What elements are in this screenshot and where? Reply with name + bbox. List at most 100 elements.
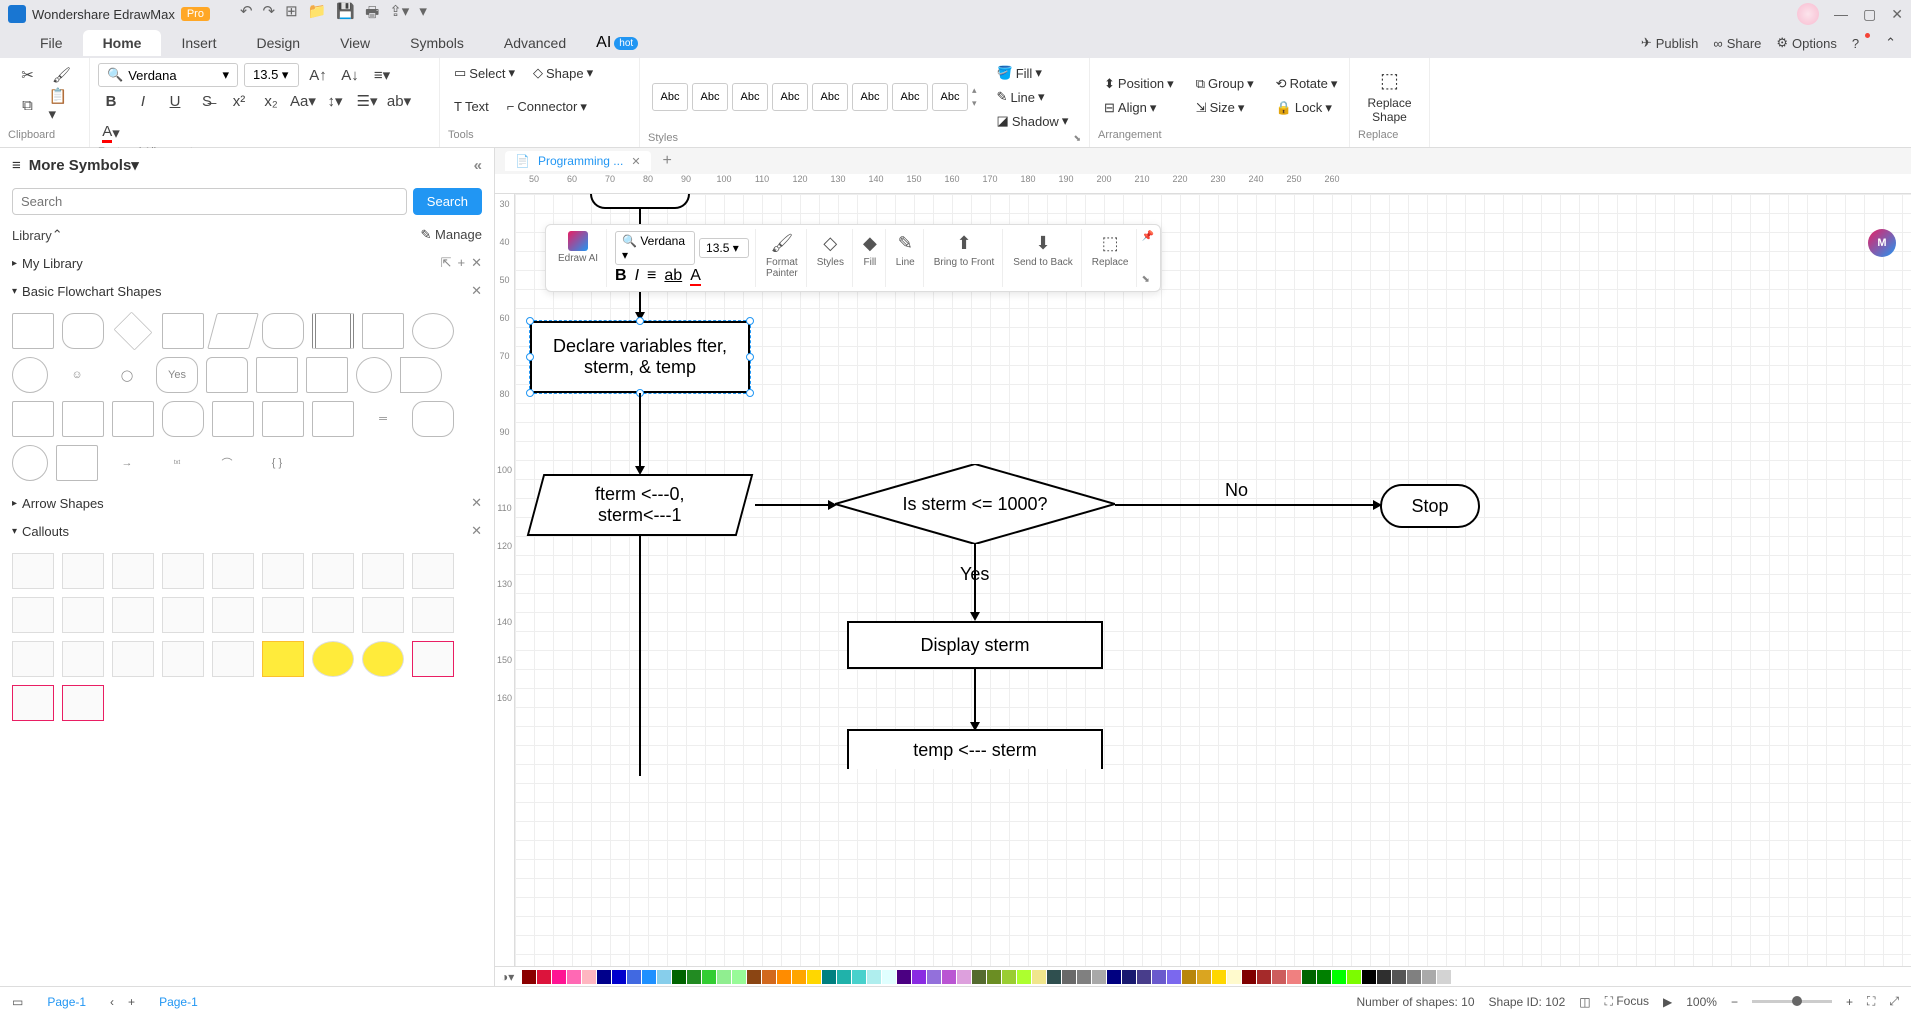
- ft-bold-icon[interactable]: B: [615, 267, 627, 285]
- color-swatch[interactable]: [627, 970, 641, 984]
- callout-6[interactable]: [262, 553, 304, 589]
- shape-stop[interactable]: Stop: [1380, 484, 1480, 528]
- color-swatch[interactable]: [1257, 970, 1271, 984]
- callout-9[interactable]: [412, 553, 454, 589]
- shape-ellipse[interactable]: [412, 313, 454, 349]
- ft-format-painter[interactable]: 🖌Format Painter: [758, 229, 807, 287]
- ft-edrawai[interactable]: Edraw AI: [550, 229, 607, 287]
- color-swatch[interactable]: [912, 970, 926, 984]
- shape-note[interactable]: txt: [156, 445, 198, 481]
- color-swatch[interactable]: [687, 970, 701, 984]
- arrow-no[interactable]: [1115, 504, 1375, 506]
- color-swatch[interactable]: [732, 970, 746, 984]
- callout-2[interactable]: [62, 553, 104, 589]
- shape-lines[interactable]: ═: [362, 401, 404, 437]
- color-swatch[interactable]: [657, 970, 671, 984]
- color-swatch[interactable]: [1107, 970, 1121, 984]
- zoom-slider[interactable]: [1752, 1000, 1832, 1003]
- color-swatch[interactable]: [1287, 970, 1301, 984]
- shape-user[interactable]: ◯: [106, 357, 148, 393]
- menu-symbols[interactable]: Symbols: [390, 30, 484, 56]
- menu-insert[interactable]: Insert: [161, 30, 236, 56]
- superscript-icon[interactable]: x²: [226, 88, 252, 114]
- color-swatch[interactable]: [552, 970, 566, 984]
- shape-rectangle[interactable]: [12, 313, 54, 349]
- color-swatch[interactable]: [1422, 970, 1436, 984]
- shape-assign[interactable]: temp <--- sterm: [847, 729, 1103, 769]
- callout-15[interactable]: [262, 597, 304, 633]
- shape-delay[interactable]: [400, 357, 442, 393]
- callout-21[interactable]: [112, 641, 154, 677]
- increase-font-icon[interactable]: A↑: [305, 62, 331, 88]
- color-swatch[interactable]: [897, 970, 911, 984]
- underline-icon[interactable]: U: [162, 88, 188, 114]
- shape-tool[interactable]: ◇ Shape ▾: [527, 62, 599, 84]
- line-button[interactable]: ✎ Line ▾: [991, 86, 1075, 108]
- arrow-4[interactable]: [974, 669, 976, 724]
- menu-view[interactable]: View: [320, 30, 390, 56]
- callout-pink-1[interactable]: [412, 641, 454, 677]
- color-swatch[interactable]: [702, 970, 716, 984]
- size-button[interactable]: ⇲ Size ▾: [1190, 97, 1260, 119]
- callout-22[interactable]: [162, 641, 204, 677]
- color-picker-icon[interactable]: ◑▾: [501, 970, 517, 984]
- color-swatch[interactable]: [747, 970, 761, 984]
- callout-starburst-2[interactable]: [362, 641, 404, 677]
- share-button[interactable]: ∞ Share: [1713, 36, 1761, 51]
- shape-display[interactable]: Display sterm: [847, 621, 1103, 669]
- color-swatch[interactable]: [1407, 970, 1421, 984]
- lock-button[interactable]: 🔒 Lock ▾: [1270, 97, 1344, 119]
- italic-icon[interactable]: I: [130, 88, 156, 114]
- callouts-header[interactable]: ▾Callouts ✕: [0, 517, 494, 545]
- shape-terminator[interactable]: [262, 313, 304, 349]
- color-swatch[interactable]: [1122, 970, 1136, 984]
- font-color-icon[interactable]: A▾: [98, 120, 124, 146]
- callout-20[interactable]: [62, 641, 104, 677]
- color-swatch[interactable]: [1362, 970, 1376, 984]
- help-button[interactable]: ?: [1852, 36, 1870, 51]
- callout-5[interactable]: [212, 553, 254, 589]
- document-tab[interactable]: 📄 Programming ... ✕: [505, 151, 651, 171]
- print-icon[interactable]: 🖶: [365, 2, 379, 27]
- callout-yellow-1[interactable]: [262, 641, 304, 677]
- grip-icon[interactable]: ≡: [12, 157, 21, 174]
- color-swatch[interactable]: [852, 970, 866, 984]
- menu-advanced[interactable]: Advanced: [484, 30, 586, 56]
- library-label[interactable]: Library: [12, 228, 52, 243]
- shape-pentagon[interactable]: [312, 401, 354, 437]
- color-swatch[interactable]: [717, 970, 731, 984]
- color-swatch[interactable]: [582, 970, 596, 984]
- callout-17[interactable]: [362, 597, 404, 633]
- color-swatch[interactable]: [1017, 970, 1031, 984]
- rotate-button[interactable]: ⟲ Rotate ▾: [1270, 73, 1344, 95]
- color-swatch[interactable]: [762, 970, 776, 984]
- shape-decision[interactable]: Is sterm <= 1000?: [835, 464, 1115, 544]
- publish-button[interactable]: ✈ Publish: [1641, 35, 1699, 51]
- layers-icon[interactable]: ◫: [1579, 995, 1590, 1009]
- color-swatch[interactable]: [1377, 970, 1391, 984]
- color-swatch[interactable]: [927, 970, 941, 984]
- decrease-font-icon[interactable]: A↓: [337, 62, 363, 88]
- fit-page-icon[interactable]: ⛶: [1867, 994, 1875, 1009]
- shape-yes[interactable]: Yes: [156, 357, 198, 393]
- undo-icon[interactable]: ↶: [240, 2, 253, 27]
- color-swatch[interactable]: [1212, 970, 1226, 984]
- ft-font-select[interactable]: 🔍 Verdana ▾: [615, 231, 695, 265]
- pages-menu-icon[interactable]: ▭: [12, 995, 23, 1009]
- collapse-panel-icon[interactable]: «: [474, 157, 482, 174]
- color-swatch[interactable]: [597, 970, 611, 984]
- callout-8[interactable]: [362, 553, 404, 589]
- replace-shape-button[interactable]: ⬚ Replace Shape: [1358, 62, 1421, 129]
- color-swatch[interactable]: [1032, 970, 1046, 984]
- shape-pill[interactable]: [162, 401, 204, 437]
- shape-database[interactable]: [206, 357, 248, 393]
- color-swatch[interactable]: [972, 970, 986, 984]
- color-swatch[interactable]: [1272, 970, 1286, 984]
- lib-export-icon[interactable]: ⇱: [441, 255, 452, 271]
- callout-7[interactable]: [312, 553, 354, 589]
- callout-starburst-1[interactable]: [312, 641, 354, 677]
- styles-expand-icon[interactable]: ⬊: [1073, 133, 1081, 144]
- color-swatch[interactable]: [822, 970, 836, 984]
- color-swatch[interactable]: [642, 970, 656, 984]
- callout-14[interactable]: [212, 597, 254, 633]
